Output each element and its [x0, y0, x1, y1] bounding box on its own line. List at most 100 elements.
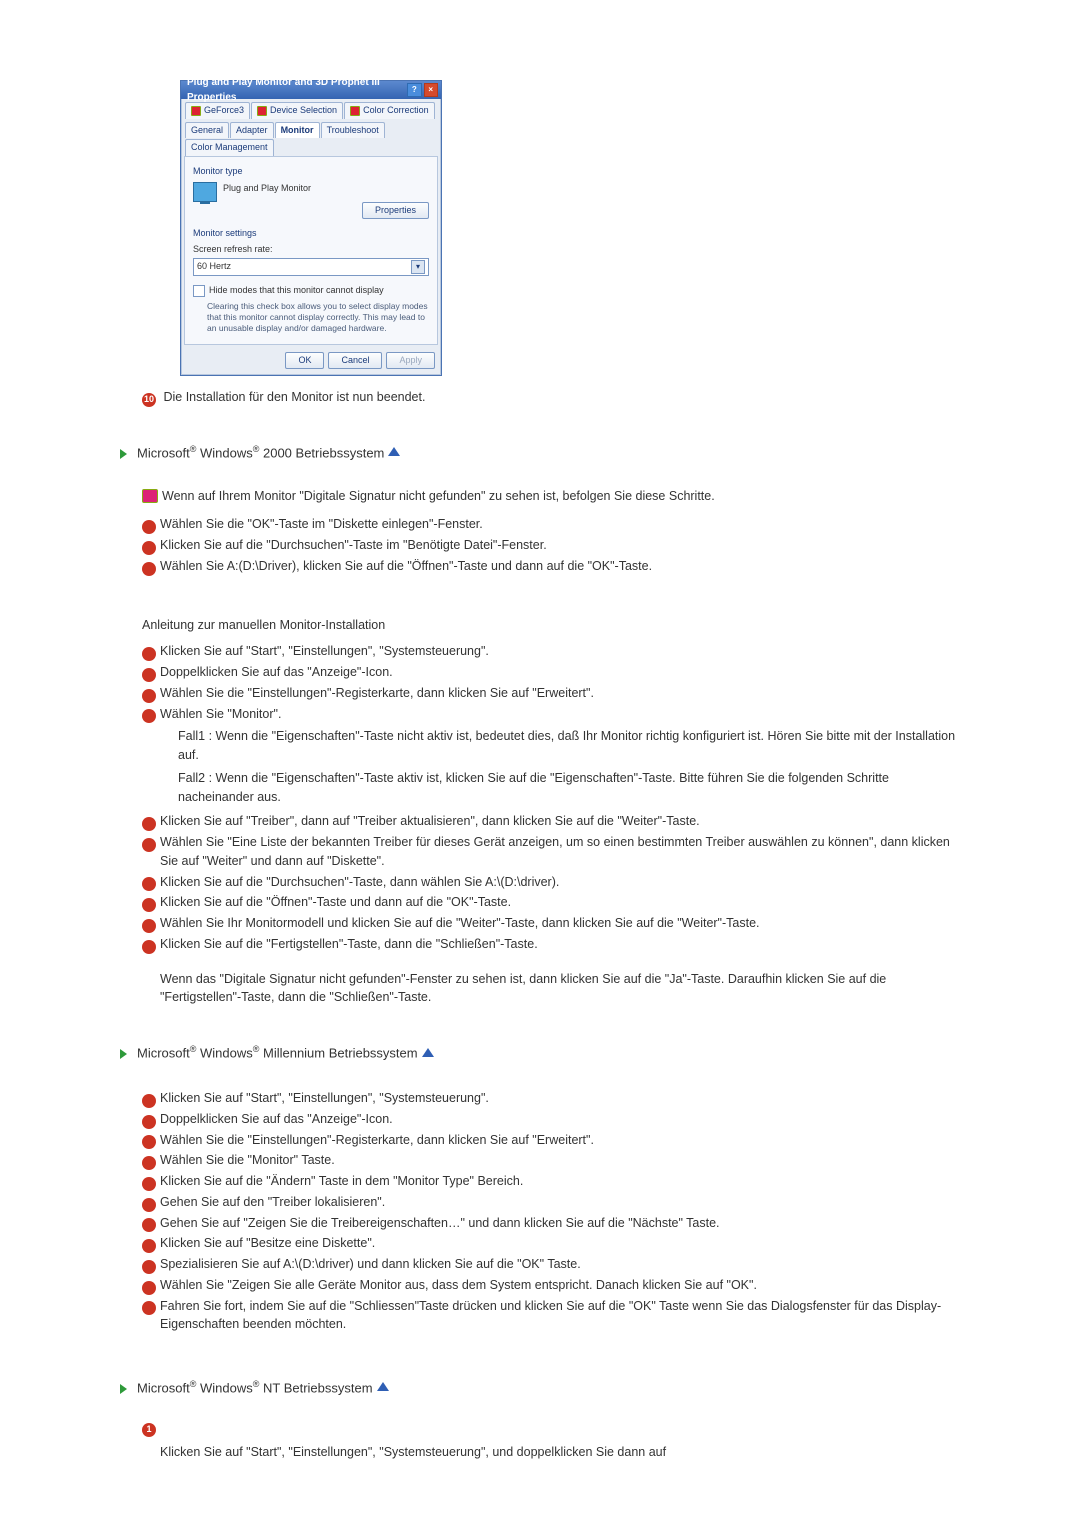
list-item: 2Doppelklicken Sie auf das "Anzeige"-Ico…	[142, 663, 960, 682]
nvidia-icon	[350, 106, 360, 116]
step-bullet: 1	[142, 647, 156, 661]
tab-adapter[interactable]: Adapter	[230, 122, 274, 139]
tab-color-correction[interactable]: Color Correction	[344, 102, 435, 119]
list-item: 5Klicken Sie auf die "Ändern" Taste in d…	[142, 1172, 960, 1191]
monitor-name: Plug and Play Monitor	[223, 182, 429, 196]
list-item: 8Klicken Sie auf "Besitze eine Diskette"…	[142, 1234, 960, 1253]
refresh-rate-label: Screen refresh rate:	[193, 243, 429, 257]
up-triangle-icon[interactable]	[422, 1048, 434, 1057]
close-button[interactable]: ×	[424, 83, 438, 97]
list-item: 6Wählen Sie "Eine Liste der bekannten Tr…	[142, 833, 960, 871]
step-bullet: 4	[142, 1156, 156, 1170]
fall2-text: Fall2 : Wenn die "Eigenschaften"-Taste a…	[178, 769, 960, 807]
tab-general[interactable]: General	[185, 122, 229, 139]
list-item: 9Wählen Sie Ihr Monitormodell und klicke…	[142, 914, 960, 933]
cancel-button[interactable]: Cancel	[328, 352, 382, 370]
arrow-icon	[120, 449, 127, 459]
heading-winme: Microsoft® Windows® Millennium Betriebss…	[120, 1043, 960, 1063]
step-bullet: 9	[142, 919, 156, 933]
step-bullet: 6	[142, 1198, 156, 1212]
heading-win2000: Microsoft® Windows® 2000 Betriebssystem	[120, 443, 960, 463]
tab-row-1: GeForce3 Device Selection Color Correcti…	[181, 99, 441, 119]
up-triangle-icon[interactable]	[388, 447, 400, 456]
step-bullet: 4	[142, 709, 156, 723]
refresh-rate-value: 60 Hertz	[197, 260, 231, 274]
monitor-settings-label: Monitor settings	[193, 227, 429, 241]
tab-color-management[interactable]: Color Management	[185, 139, 274, 156]
list-item: 5Klicken Sie auf "Treiber", dann auf "Tr…	[142, 812, 960, 831]
step-bullet: 7	[142, 1218, 156, 1232]
monitor-icon	[193, 182, 217, 202]
apply-button[interactable]: Apply	[386, 352, 435, 370]
list-item: 4Wählen Sie die "Monitor" Taste.	[142, 1151, 960, 1170]
list-item: 1Klicken Sie auf "Start", "Einstellungen…	[142, 642, 960, 661]
list-item: 6Gehen Sie auf den "Treiber lokalisieren…	[142, 1193, 960, 1212]
list-item: 3Wählen Sie die "Einstellungen"-Register…	[142, 684, 960, 703]
list-item: 2Klicken Sie auf die "Durchsuchen"-Taste…	[142, 536, 960, 555]
step-bullet: 8	[142, 898, 156, 912]
properties-button[interactable]: Properties	[362, 202, 429, 220]
step-bullet: 9	[142, 1260, 156, 1274]
step-bullet: 10	[142, 940, 156, 954]
ok-button[interactable]: OK	[285, 352, 324, 370]
list-item: 7Klicken Sie auf die "Durchsuchen"-Taste…	[142, 873, 960, 892]
tab-geforce3[interactable]: GeForce3	[185, 102, 250, 119]
list-item: 10Klicken Sie auf die "Fertigstellen"-Ta…	[142, 935, 960, 954]
properties-dialog: Plug and Play Monitor and 3D Prophet III…	[180, 80, 442, 376]
heading-winnt: Microsoft® Windows® NT Betriebssystem	[120, 1378, 960, 1398]
hide-modes-label: Hide modes that this monitor cannot disp…	[209, 284, 384, 298]
list-item: 9Spezialisieren Sie auf A:\(D:\driver) u…	[142, 1255, 960, 1274]
step-bullet: 3	[142, 689, 156, 703]
dialog-titlebar: Plug and Play Monitor and 3D Prophet III…	[181, 81, 441, 99]
post-dialog-text: Die Installation für den Monitor ist nun…	[163, 390, 425, 404]
signature-icon	[142, 489, 158, 503]
step-bullet: 2	[142, 541, 156, 555]
list-item: 10Wählen Sie "Zeigen Sie alle Geräte Mon…	[142, 1276, 960, 1295]
step-bullet: 10	[142, 1281, 156, 1295]
list-item: 4Wählen Sie "Monitor".	[142, 705, 960, 724]
list-item: 3Wählen Sie die "Einstellungen"-Register…	[142, 1131, 960, 1150]
post-dialog-note: 10 Die Installation für den Monitor ist …	[142, 388, 960, 407]
step-bullet: 6	[142, 838, 156, 852]
step-bullet: 5	[142, 817, 156, 831]
step-bullet: 5	[142, 1177, 156, 1191]
step-bullet: 2	[142, 1115, 156, 1129]
arrow-icon	[120, 1049, 127, 1059]
step-bullet: 2	[142, 668, 156, 682]
dialog-footer: OK Cancel Apply	[181, 348, 441, 376]
list-item: 1Wählen Sie die "OK"-Taste im "Diskette …	[142, 515, 960, 534]
step-bullet-10: 10	[142, 393, 156, 407]
step-bullet: 3	[142, 562, 156, 576]
nvidia-icon	[257, 106, 267, 116]
tab-monitor[interactable]: Monitor	[275, 122, 320, 139]
step-bullet: 1	[142, 520, 156, 534]
list-item: 3Wählen Sie A:(D:\Driver), klicken Sie a…	[142, 557, 960, 576]
help-button[interactable]: ?	[407, 83, 421, 97]
step-bullet: 11	[142, 1301, 156, 1315]
tab-troubleshoot[interactable]: Troubleshoot	[321, 122, 385, 139]
refresh-rate-select[interactable]: 60 Hertz ▾	[193, 258, 429, 276]
step-bullet: 7	[142, 877, 156, 891]
list-item: 2Doppelklicken Sie auf das "Anzeige"-Ico…	[142, 1110, 960, 1129]
step-bullet: 1	[142, 1423, 156, 1437]
monitor-type-label: Monitor type	[193, 165, 429, 179]
chevron-down-icon: ▾	[411, 260, 425, 274]
step-bullet: 8	[142, 1239, 156, 1253]
fall1-text: Fall1 : Wenn die "Eigenschaften"-Taste n…	[178, 727, 960, 765]
up-triangle-icon[interactable]	[377, 1382, 389, 1391]
list-item: 11Fahren Sie fort, indem Sie auf die "Sc…	[142, 1297, 960, 1335]
step-bullet: 3	[142, 1135, 156, 1149]
winnt-step1-text: Klicken Sie auf "Start", "Einstellungen"…	[160, 1443, 960, 1462]
list-item: 7Gehen Sie auf "Zeigen Sie die Treiberei…	[142, 1214, 960, 1233]
hide-modes-checkbox[interactable]	[193, 285, 205, 297]
nvidia-icon	[191, 106, 201, 116]
step-bullet: 1	[142, 1094, 156, 1108]
list-item: 8Klicken Sie auf die "Öffnen"-Taste und …	[142, 893, 960, 912]
tab-device-selection[interactable]: Device Selection	[251, 102, 343, 119]
tab-row-2: General Adapter Monitor Troubleshoot Col…	[181, 119, 441, 156]
hide-modes-hint: Clearing this check box allows you to se…	[207, 301, 429, 334]
arrow-icon	[120, 1384, 127, 1394]
dialog-title: Plug and Play Monitor and 3D Prophet III…	[187, 75, 405, 105]
dialog-body: Monitor type Plug and Play Monitor Prope…	[184, 156, 438, 345]
win2000-tail: Wenn das "Digitale Signatur nicht gefund…	[160, 970, 960, 1008]
